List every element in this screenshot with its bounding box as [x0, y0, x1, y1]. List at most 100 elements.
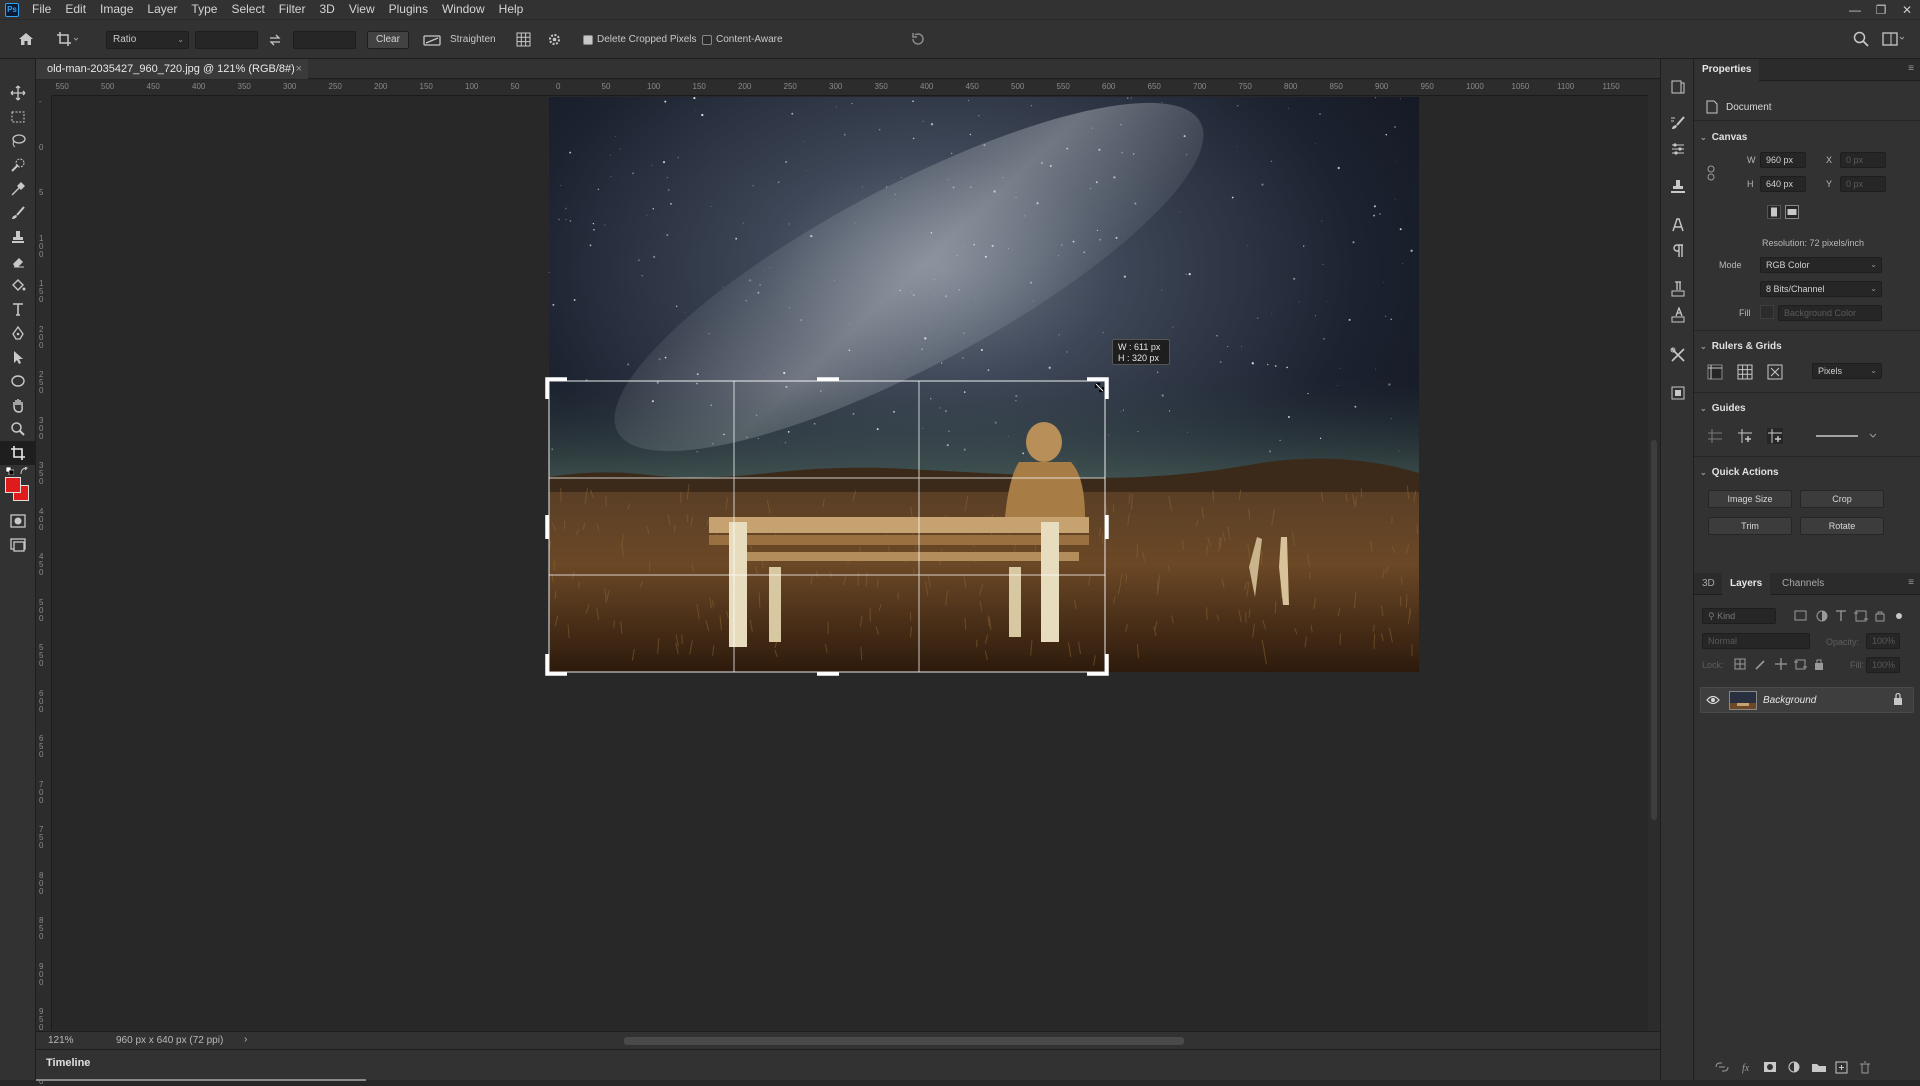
layer-row-background[interactable]: Background	[1700, 687, 1914, 713]
panel-menu-icon[interactable]: ≡	[1908, 63, 1914, 74]
search-icon[interactable]	[1853, 31, 1869, 47]
menu-view[interactable]: View	[342, 0, 382, 19]
move-tool-icon[interactable]	[0, 81, 36, 105]
menu-plugins[interactable]: Plugins	[382, 0, 435, 19]
screen-mode-icon[interactable]	[0, 533, 36, 557]
close-tab-icon[interactable]: ×	[296, 59, 302, 79]
delete-cropped-label[interactable]: Delete Cropped Pixels	[597, 34, 697, 45]
ellipse-tool-icon[interactable]	[0, 369, 36, 393]
swap-icon[interactable]	[268, 34, 282, 46]
vertical-scrollbar-thumb[interactable]	[1651, 440, 1657, 820]
marquee-tool-icon[interactable]	[0, 105, 36, 129]
rulers-grids-section-header[interactable]: ⌄Rulers & Grids	[1700, 341, 1782, 352]
overlay-grid-icon[interactable]	[516, 32, 531, 47]
pixel-grid-icon[interactable]	[1767, 364, 1783, 380]
clear-button[interactable]: Clear	[367, 31, 409, 49]
crop-tool-preset-icon[interactable]	[56, 31, 78, 47]
layers-panel-menu-icon[interactable]: ≡	[1908, 577, 1914, 588]
straighten-label[interactable]: Straighten	[450, 34, 496, 45]
eye-visibility-icon[interactable]	[1706, 694, 1720, 706]
fill-dropdown[interactable]: Background Color	[1778, 305, 1882, 321]
layer-filter-kind[interactable]: ⚲ Kind	[1702, 608, 1776, 624]
menu-type[interactable]: Type	[184, 0, 224, 19]
crop-button[interactable]: Crop	[1800, 490, 1884, 508]
lasso-tool-icon[interactable]	[0, 129, 36, 153]
stamp-tool-icon[interactable]	[0, 225, 36, 249]
tab-properties[interactable]: Properties	[1694, 59, 1759, 81]
canvas-x-input[interactable]: 0 px	[1840, 152, 1886, 168]
menu-file[interactable]: File	[25, 0, 58, 19]
lock-icon[interactable]	[1893, 693, 1903, 706]
horizontal-ruler[interactable]: 5505004504003503002502001501005005010015…	[52, 80, 1648, 96]
canvas-area[interactable]: W : 611 px H : 320 px	[52, 96, 1648, 1031]
menu-select[interactable]: Select	[224, 0, 271, 19]
history-icon[interactable]	[1670, 79, 1686, 95]
brush-settings-icon[interactable]	[1670, 115, 1686, 131]
minimize-icon[interactable]: —	[1842, 3, 1868, 17]
eraser-tool-icon[interactable]	[0, 249, 36, 273]
guides-section-header[interactable]: ⌄Guides	[1700, 403, 1746, 414]
paragraph-icon[interactable]	[1670, 243, 1686, 259]
layer-filter-icons[interactable]	[1794, 609, 1906, 623]
rulers-toggle-icon[interactable]	[1707, 364, 1723, 380]
canvas-section-header[interactable]: ⌄Canvas	[1700, 132, 1747, 143]
ruler-units-dropdown[interactable]: Pixels⌄	[1812, 363, 1882, 379]
vertical-ruler[interactable]: -051001502002503003504004505005506006507…	[36, 96, 52, 1031]
grid-toggle-icon[interactable]	[1737, 364, 1753, 380]
timeline-tab[interactable]: Timeline	[36, 1050, 366, 1081]
content-aware-checkbox[interactable]	[702, 35, 712, 45]
fill-color-swatch[interactable]	[1760, 305, 1774, 319]
straighten-icon[interactable]	[423, 34, 441, 46]
hand-tool-icon[interactable]	[0, 393, 36, 417]
character-styles-icon[interactable]	[1670, 307, 1686, 323]
character-icon[interactable]	[1670, 217, 1686, 233]
canvas-y-input[interactable]: 0 px	[1840, 176, 1886, 192]
document-info[interactable]: 960 px x 640 px (72 ppi)	[116, 1035, 223, 1046]
menu-filter[interactable]: Filter	[272, 0, 313, 19]
ruler-origin[interactable]	[36, 80, 52, 96]
adjustments-icon[interactable]	[1670, 141, 1686, 157]
document-tab[interactable]: old-man-2035427_960_720.jpg @ 121% (RGB/…	[36, 59, 308, 79]
bit-depth-dropdown[interactable]: 8 Bits/Channel⌄	[1760, 281, 1882, 297]
quick-selection-tool-icon[interactable]	[0, 153, 36, 177]
zoom-tool-icon[interactable]	[0, 417, 36, 441]
default-colors-icon[interactable]	[6, 467, 14, 475]
layer-thumbnail[interactable]	[1729, 691, 1757, 710]
zoom-level[interactable]: 121%	[48, 1035, 74, 1046]
clone-source-icon[interactable]	[1670, 179, 1686, 195]
type-tool-icon[interactable]	[0, 297, 36, 321]
quick-mask-icon[interactable]	[0, 509, 36, 533]
tools-icon[interactable]	[1670, 347, 1686, 363]
ratio-dropdown[interactable]: Ratio⌄	[106, 31, 189, 49]
guides-toggle-icon[interactable]	[1707, 428, 1723, 444]
link-dimensions-icon[interactable]	[1706, 165, 1716, 181]
ratio-width-input[interactable]	[195, 31, 258, 49]
tab-3d[interactable]: 3D	[1694, 573, 1723, 595]
blend-mode-dropdown[interactable]: Normal	[1702, 633, 1810, 649]
crop-tool-icon[interactable]	[0, 441, 36, 465]
rotate-button[interactable]: Rotate	[1800, 517, 1884, 535]
menu-window[interactable]: Window	[435, 0, 492, 19]
close-window-icon[interactable]: ✕	[1894, 3, 1920, 17]
quick-actions-section-header[interactable]: ⌄Quick Actions	[1700, 467, 1779, 478]
swap-colors-icon[interactable]	[20, 467, 29, 476]
brush-tool-icon[interactable]	[0, 201, 36, 225]
menu-3d[interactable]: 3D	[312, 0, 341, 19]
guide-style-dropdown[interactable]	[1812, 428, 1882, 444]
libraries-icon[interactable]	[1670, 385, 1686, 401]
lock-options-icons[interactable]	[1734, 657, 1824, 671]
settings-gear-icon[interactable]	[547, 32, 562, 47]
workspace-icon[interactable]	[1882, 32, 1906, 46]
layer-name[interactable]: Background	[1763, 695, 1816, 706]
restore-icon[interactable]: ❐	[1868, 3, 1894, 17]
tab-channels[interactable]: Channels	[1774, 573, 1832, 595]
foreground-color-swatch[interactable]	[5, 477, 21, 493]
canvas-width-input[interactable]: 960 px	[1760, 152, 1806, 168]
eyedropper-tool-icon[interactable]	[0, 177, 36, 201]
guide-layout-icon[interactable]	[1767, 428, 1783, 444]
mode-dropdown[interactable]: RGB Color⌄	[1760, 257, 1882, 273]
trim-button[interactable]: Trim	[1708, 517, 1792, 535]
path-selection-tool-icon[interactable]	[0, 345, 36, 369]
opacity-input[interactable]: 100%	[1866, 633, 1900, 649]
horizontal-scrollbar-thumb[interactable]	[624, 1037, 1184, 1045]
